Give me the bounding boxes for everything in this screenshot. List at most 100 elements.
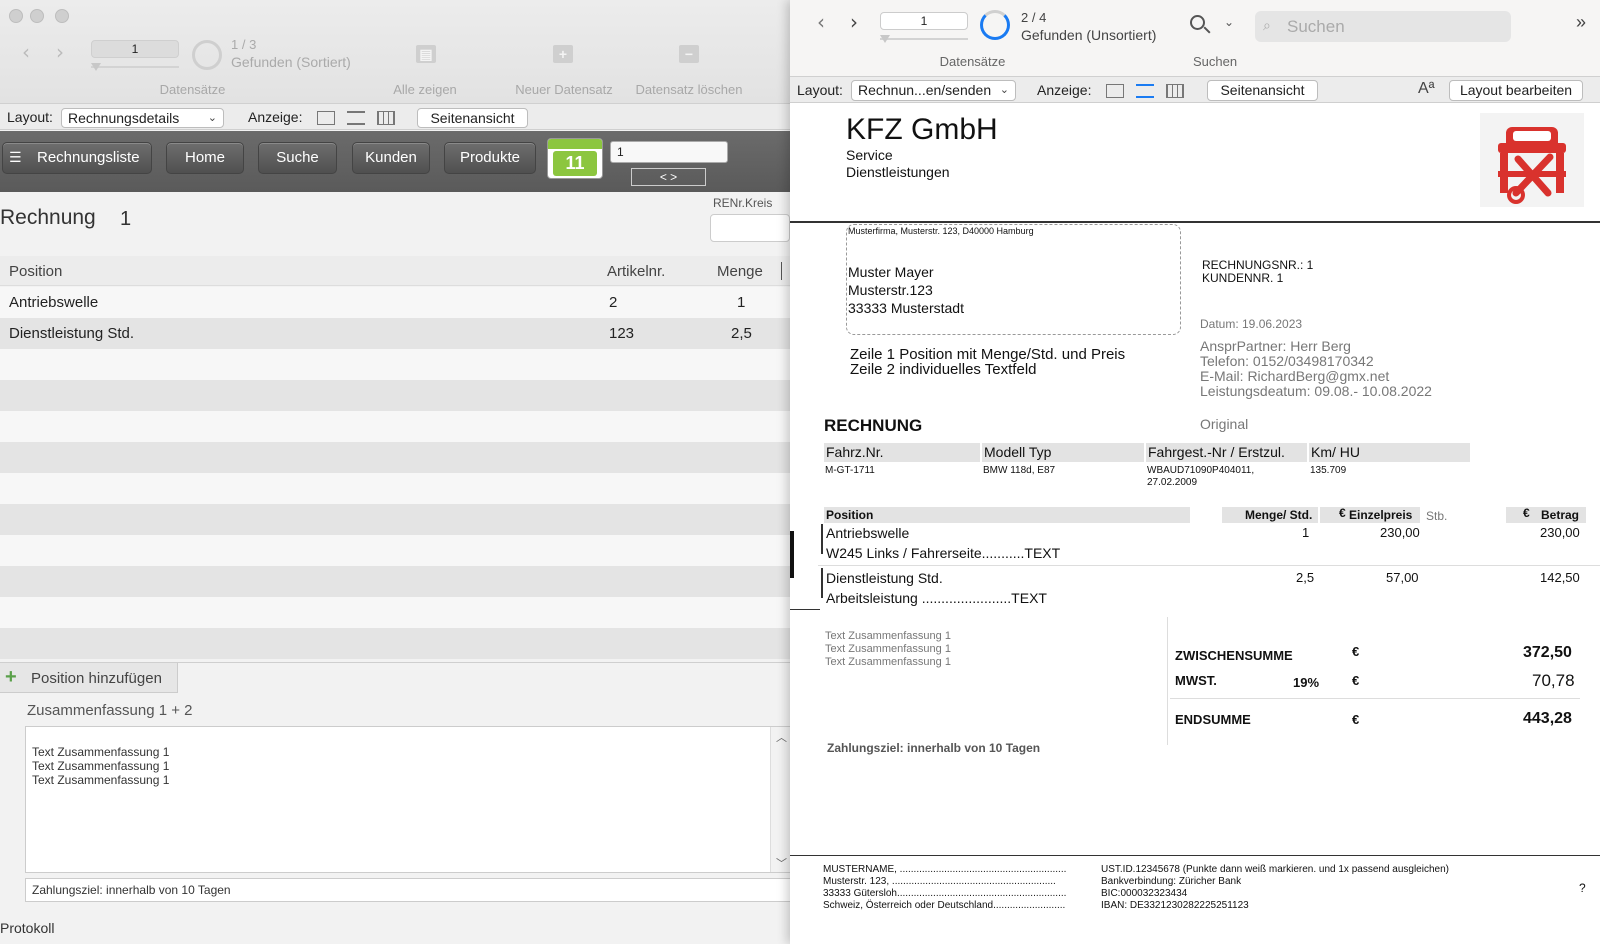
layout-select[interactable]: Rechnun...en/senden ⌄: [851, 80, 1016, 101]
scroll-up-icon[interactable]: ︿: [776, 729, 787, 745]
add-position-button[interactable]: + Position hinzufügen: [0, 663, 178, 693]
next-record-icon[interactable]: ›: [56, 40, 64, 64]
chevron-down-icon[interactable]: ⌄: [1224, 15, 1234, 29]
pos-header-euro: €: [1339, 506, 1346, 520]
search-field-icon: ⌕: [1263, 17, 1271, 33]
footer-line: Musterstr. 123, ........................…: [823, 876, 1056, 887]
nav-arrows-button[interactable]: < >: [631, 168, 706, 186]
row-quantity: 2,5: [731, 325, 752, 342]
calendar-icon[interactable]: 11: [547, 138, 603, 179]
found-count: 1 / 3: [231, 37, 257, 52]
search-input[interactable]: ⌕ Suchen: [1255, 11, 1511, 42]
form-view-icon[interactable]: [317, 111, 335, 125]
renr-field[interactable]: [710, 214, 790, 242]
subtotal-value: 372,50: [1523, 644, 1572, 661]
edit-layout-button[interactable]: Layout bearbeiten: [1449, 80, 1583, 101]
protocol-tab[interactable]: Protokoll: [0, 920, 54, 936]
textarea-scrollbar[interactable]: ︿ ﹀: [770, 727, 791, 872]
left-toolbar: ‹ › 1 1 / 3 Gefunden (Sortiert) Datensät…: [0, 0, 790, 103]
invoice-document: KFZ GmbH Service Dienstleistungen Muster…: [790, 103, 1600, 944]
left-layout-bar: Layout: Rechnungsdetails ⌄ Anzeige: Seit…: [0, 103, 790, 130]
invoice-title: Rechnung: [0, 206, 96, 229]
payment-terms-field[interactable]: Zahlungsziel: innerhalb von 10 Tagen: [25, 878, 790, 902]
address-window: Musterfirma, Musterstr. 123, D40000 Hamb…: [846, 224, 1181, 335]
delete-record-icon[interactable]: −: [679, 45, 699, 63]
zoom-window-button[interactable]: [55, 9, 69, 23]
contact-person: AnsprPartner: Herr Berg: [1200, 338, 1351, 354]
records-caption: Datensätze: [939, 54, 1006, 69]
scroll-down-icon[interactable]: ﹀: [776, 855, 787, 871]
minimize-window-button[interactable]: [30, 9, 44, 23]
page-view-button[interactable]: Seitenansicht: [1207, 80, 1318, 101]
new-record-icon[interactable]: +: [553, 45, 573, 63]
home-button[interactable]: Home: [166, 142, 244, 174]
subtotal-currency: €: [1352, 644, 1360, 659]
record-slider-knob[interactable]: [880, 35, 890, 43]
vehicle-header-model: Modell Typ: [982, 443, 1144, 462]
close-window-button[interactable]: [9, 9, 23, 23]
footer-line: UST.ID.12345678 (Punkte dann weiß markie…: [1101, 864, 1449, 875]
invoice-list-button[interactable]: ☰ Rechnungsliste: [2, 142, 152, 174]
font-size-icon[interactable]: Aª: [1418, 80, 1435, 98]
car-repair-logo: [1480, 113, 1584, 207]
list-view-icon[interactable]: [347, 111, 365, 125]
recipient-city: 33333 Musterstadt: [848, 300, 964, 316]
right-layout-bar: Layout: Rechnun...en/senden ⌄ Anzeige: S…: [790, 76, 1600, 103]
search-nav-button[interactable]: Suche: [258, 142, 337, 174]
previous-record-icon[interactable]: ‹: [22, 40, 30, 64]
invoice-heading: RECHNUNG: [824, 416, 923, 435]
table-view-icon[interactable]: [377, 111, 395, 125]
form-view-icon[interactable]: [1106, 84, 1124, 98]
new-record-button[interactable]: Neuer Datensatz: [505, 82, 623, 97]
record-number-field[interactable]: 1: [91, 40, 179, 58]
intro-line-2: Zeile 2 individuelles Textfeld: [850, 361, 1037, 378]
empty-row: [0, 411, 790, 442]
show-all-button[interactable]: Alle zeigen: [380, 82, 470, 97]
position-amount: 230,00: [1540, 525, 1580, 540]
search-placeholder: Suchen: [1287, 17, 1345, 36]
col-position: Position: [9, 263, 63, 280]
layout-select[interactable]: Rechnungsdetails ⌄: [61, 108, 224, 128]
nav-input-field[interactable]: 1: [610, 141, 728, 163]
list-view-icon[interactable]: [1136, 84, 1154, 98]
footer-line: IBAN: DE3321230282225251123: [1101, 900, 1249, 911]
record-slider[interactable]: [880, 38, 968, 40]
car-repair-icon: [1498, 127, 1566, 204]
col-article-number: Artikelnr.: [607, 263, 666, 280]
footer-line: MUSTERNAME, ............................…: [823, 864, 1067, 875]
vehicle-header-plate: Fahrz.Nr.: [824, 443, 980, 462]
help-icon[interactable]: ?: [1579, 881, 1586, 895]
summary-line: Text Zusammenfassung 1: [32, 773, 170, 787]
delete-record-button[interactable]: Datensatz löschen: [628, 82, 750, 97]
vat-currency: €: [1352, 673, 1360, 688]
empty-row: [0, 535, 790, 566]
company-services: Dienstleistungen: [846, 164, 950, 180]
app-navbar: ☰ Rechnungsliste Home Suche Kunden Produ…: [0, 131, 790, 192]
vehicle-registration-date: 27.02.2009: [1147, 477, 1198, 488]
position-price: 230,00: [1380, 525, 1420, 540]
vehicle-km: 135.709: [1310, 465, 1347, 476]
summary-textarea[interactable]: Text Zusammenfassung 1 Text Zusammenfass…: [25, 726, 791, 873]
position-detail: W245 Links / Fahrerseite...........TEXT: [826, 545, 1061, 561]
table-view-icon[interactable]: [1166, 84, 1184, 98]
overflow-chevron-icon[interactable]: »: [1576, 12, 1586, 33]
table-row[interactable]: Antriebswelle 2 1: [0, 287, 790, 318]
customers-button[interactable]: Kunden: [352, 142, 430, 174]
search-caption: Suchen: [1192, 54, 1238, 69]
row-quantity: 1: [737, 294, 746, 311]
record-number-field[interactable]: 1: [880, 12, 968, 30]
products-button[interactable]: Produkte: [444, 142, 536, 174]
positions-end-rule: [790, 609, 820, 610]
next-record-icon[interactable]: ›: [850, 10, 858, 34]
previous-record-icon[interactable]: ‹: [817, 10, 825, 34]
show-all-icon[interactable]: ▤: [416, 45, 436, 63]
row-article-number: 123: [609, 325, 635, 342]
footer-line: Bankverbindung: Züricher Bank: [1101, 876, 1242, 887]
invoice-number: 1: [120, 208, 132, 230]
recipient-name: Muster Mayer: [848, 264, 934, 280]
page-view-button[interactable]: Seitenansicht: [417, 108, 528, 128]
position-divider: [818, 565, 1600, 566]
table-row[interactable]: Dienstleistung Std. 123 2,5: [0, 318, 790, 349]
record-slider-knob[interactable]: [91, 63, 101, 71]
record-slider[interactable]: [91, 66, 179, 68]
